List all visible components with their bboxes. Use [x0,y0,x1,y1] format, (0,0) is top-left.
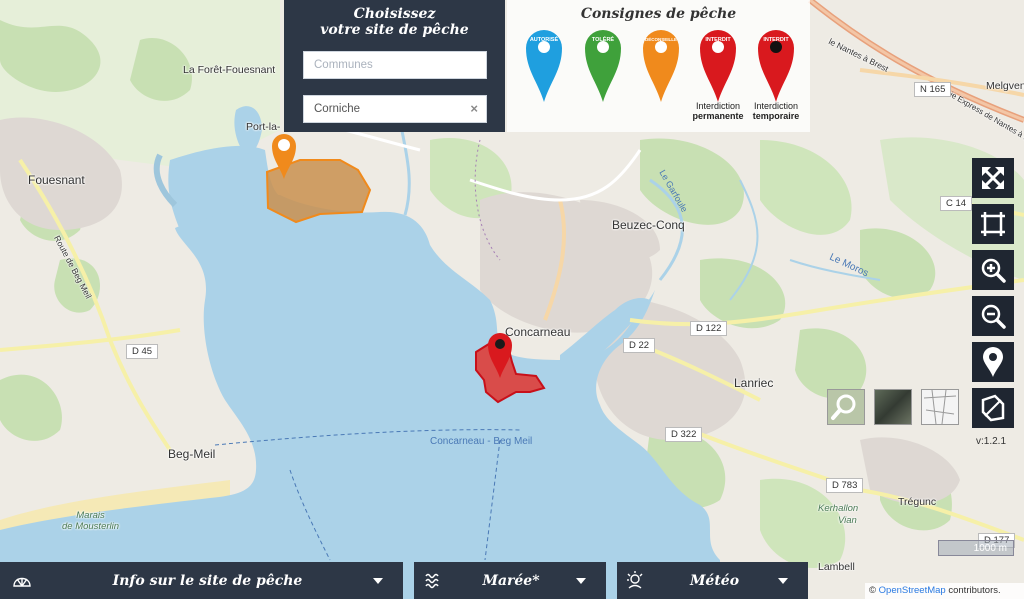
map-attribution: © OpenStreetMap contributors. [865,583,1024,599]
expand-arrows-icon [982,167,1004,189]
chevron-down-icon [371,577,385,584]
location-pin-icon [983,347,1003,377]
site-input[interactable]: Corniche × [303,95,487,123]
chevron-down-icon [776,577,790,584]
orange-map-pin-icon[interactable] [272,133,296,179]
tide-button[interactable]: Marée* [414,562,606,599]
weather-button[interactable]: Météo [617,562,808,599]
legend-deconseille-pin-text: DÉCONSEILLÉ [645,35,677,42]
layer-thumb-satellite[interactable] [874,389,912,425]
legend-interdit-permanent-pin-text: INTERDIT [705,37,731,43]
zoom-in-icon [981,258,1006,283]
site-search-panel: Choisissez votre site de pêche Communes … [284,0,505,132]
legend-caption-temporaire-line1: Interdiction [753,101,799,111]
commune-input[interactable]: Communes [303,51,487,79]
site-search-title: Choisissez votre site de pêche [284,6,505,38]
weather-label: Météo [689,572,740,589]
scale-bar: 1000 m [938,540,1014,556]
frame-extent-icon [981,212,1005,236]
waves-icon [425,573,439,589]
fishing-legend: Consignes de pêche AUTORISÉ TOLÉRÉ DÉCON… [507,0,810,132]
plan-map-icon [923,389,957,425]
legend-tolere-pin-icon: TOLÉRÉ [585,30,621,102]
legend-autorise-pin-text: AUTORISÉ [530,35,559,43]
legend-interdit-permanent-pin-icon: INTERDIT [700,30,736,102]
layer-thumb-plan[interactable] [921,389,959,425]
locate-button[interactable] [972,342,1014,382]
legend-caption-temporaire: Interdiction temporaire [742,101,810,121]
attribution-suffix: contributors. [945,585,1001,596]
layers-button[interactable] [972,388,1014,428]
shell-icon [13,577,31,587]
chevron-down-icon [574,577,588,584]
site-info-button[interactable]: Info sur le site de pêche [0,562,403,599]
clear-icon[interactable]: × [470,101,478,116]
legend-caption-permanent-line1: Interdiction [695,101,741,111]
legend-title: Consignes de pêche [580,6,737,22]
layer-thumb-zoom[interactable] [827,389,865,425]
legend-tolere-pin-text: TOLÉRÉ [592,35,615,43]
map-layers-icon [981,394,1005,422]
version-label: v:1.2.1 [976,436,1007,447]
site-search-title-line1: Choisissez [353,6,436,22]
zoom-out-icon [981,304,1006,329]
zoom-in-button[interactable] [972,250,1014,290]
attribution-symbol: © [869,585,876,596]
tide-label: Marée* [482,572,540,589]
legend-interdit-temporaire-pin-text: INTERDIT [763,37,789,43]
sun-cloud-icon [627,571,643,589]
osm-link[interactable]: OpenStreetMap [879,585,946,596]
zoom-extent-button[interactable] [972,204,1014,244]
magnifier-icon [831,394,856,420]
legend-interdit-temporaire-pin-icon: INTERDIT [758,30,794,102]
legend-caption-permanent-line2: permanente [692,111,744,121]
fullscreen-button[interactable] [972,158,1014,198]
site-info-label: Info sur le site de pêche [112,572,303,589]
red-map-pin-icon[interactable] [488,332,512,378]
legend-deconseille-pin-icon: DÉCONSEILLÉ [643,30,679,102]
site-input-value: Corniche [314,103,361,115]
zoom-out-button[interactable] [972,296,1014,336]
site-search-title-line2: votre site de pêche [320,22,469,38]
legend-caption-temporaire-line2: temporaire [752,111,800,121]
legend-autorise-pin-icon: AUTORISÉ [526,30,562,102]
